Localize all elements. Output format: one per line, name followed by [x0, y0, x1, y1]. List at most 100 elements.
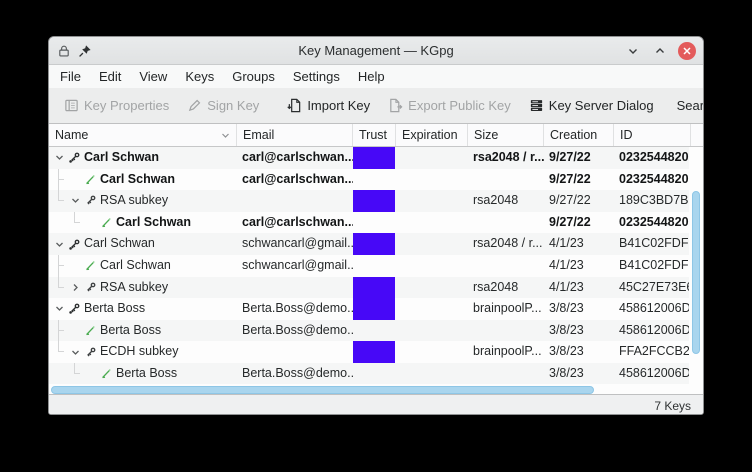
table-row[interactable]: Carl Schwancarl@carlschwan....9/27/22023… [49, 212, 691, 234]
vertical-scrollbar-thumb[interactable] [692, 191, 700, 354]
table-row[interactable]: Carl Schwanschwancarl@gmail...rsa2048 / … [49, 233, 691, 255]
pin-icon[interactable] [78, 44, 92, 58]
table-row[interactable]: Carl Schwanschwancarl@gmail...4/1/23B41C… [49, 255, 691, 277]
cell-expiration [396, 320, 468, 342]
sign-key-button[interactable]: Sign Key [178, 92, 268, 120]
toolbar-button-label: Sign Key [207, 98, 259, 113]
menu-edit[interactable]: Edit [90, 66, 130, 88]
tree-connector [74, 212, 80, 223]
cell-id: 0232544820 [614, 147, 691, 169]
signature-icon [98, 363, 114, 384]
menu-groups[interactable]: Groups [223, 66, 284, 88]
column-header-trust[interactable]: Trust [353, 124, 396, 146]
menu-file[interactable]: File [51, 66, 90, 88]
cell-name: Carl Schwan [49, 147, 237, 169]
cell-id: B41C02FDF3 [614, 255, 691, 277]
cell-email: schwancarl@gmail... [237, 233, 353, 255]
statusbar: 7 Keys [49, 395, 703, 415]
chevron-down-icon [71, 196, 80, 205]
sort-indicator-icon [221, 131, 230, 140]
key-properties-button[interactable]: Key Properties [55, 92, 178, 120]
cell-name: RSA subkey [49, 190, 237, 212]
column-header-label: Size [474, 128, 498, 142]
cell-creation: 9/27/22 [544, 190, 614, 212]
search-area: Search: [677, 95, 704, 117]
cell-id: 189C3BD7B5 [614, 190, 691, 212]
horizontal-scrollbar-thumb[interactable] [51, 386, 594, 394]
menu-settings[interactable]: Settings [284, 66, 349, 88]
column-header-email[interactable]: Email [237, 124, 353, 146]
cell-creation: 9/27/22 [544, 169, 614, 191]
cell-size [468, 255, 544, 277]
cell-creation: 4/1/23 [544, 233, 614, 255]
key-server-dialog-button[interactable]: Key Server Dialog [520, 92, 663, 120]
table-row[interactable]: RSA subkeyrsa20484/1/2345C27E73E6 [49, 277, 691, 299]
tree-guide [58, 320, 59, 342]
menu-help[interactable]: Help [349, 66, 394, 88]
cell-email [237, 190, 353, 212]
column-header-creation[interactable]: Creation [544, 124, 614, 146]
cell-trust [353, 298, 396, 320]
key-name: Carl Schwan [100, 169, 175, 191]
trust-indicator [353, 298, 395, 320]
tree-expander[interactable] [52, 298, 66, 320]
column-header-name[interactable]: Name [49, 124, 237, 146]
tree-expander[interactable] [52, 233, 66, 255]
close-button[interactable] [678, 42, 696, 60]
tree-expander[interactable] [68, 341, 82, 363]
signature-icon [82, 255, 98, 277]
table-row[interactable]: Carl Schwancarl@carlschwan....rsa2048 / … [49, 147, 691, 169]
tree-expander[interactable] [52, 147, 66, 169]
cell-size: rsa2048 / r... [468, 147, 544, 169]
signature-icon [84, 324, 97, 337]
cell-expiration [396, 363, 468, 384]
chevron-right-icon [71, 283, 80, 292]
table-row[interactable]: Carl Schwancarl@carlschwan....9/27/22023… [49, 169, 691, 191]
cell-email: Berta.Boss@demo... [237, 320, 353, 342]
export-public-key-button[interactable]: Export Public Key [379, 92, 520, 120]
maximize-button[interactable] [651, 42, 669, 60]
expander-placeholder [68, 320, 82, 342]
cell-creation: 3/8/23 [544, 363, 614, 384]
expander-placeholder [68, 255, 82, 277]
expander-placeholder [84, 212, 98, 234]
cell-name: Carl Schwan [49, 233, 237, 255]
table-row[interactable]: Berta BossBerta.Boss@demo...3/8/23458612… [49, 363, 691, 384]
subkey-icon [84, 346, 97, 359]
titlebar[interactable]: Key Management — KGpg [49, 37, 703, 65]
cell-trust [353, 255, 396, 277]
subkey-icon [82, 277, 98, 299]
column-header-expiration[interactable]: Expiration [396, 124, 468, 146]
keypair-icon [66, 147, 82, 169]
vertical-scrollbar[interactable] [689, 147, 703, 384]
column-header-size[interactable]: Size [468, 124, 544, 146]
chevron-down-icon [71, 348, 80, 357]
cell-name: Berta Boss [49, 320, 237, 342]
key-list-view: NameEmail Trust Expiration Size CreationID C… [49, 123, 703, 395]
kgpg-window: Key Management — KGpg FileEditViewKeysGr… [48, 36, 704, 415]
tree-expander[interactable] [68, 190, 82, 212]
tree-expander[interactable] [68, 277, 82, 299]
cell-trust [353, 147, 396, 169]
menubar: FileEditViewKeysGroupsSettingsHelp [49, 65, 703, 88]
column-header-label: Trust [359, 128, 387, 142]
cell-creation: 3/8/23 [544, 341, 614, 363]
menu-keys[interactable]: Keys [176, 66, 223, 88]
minimize-button[interactable] [624, 42, 642, 60]
horizontal-scrollbar[interactable] [49, 384, 691, 395]
table-row[interactable]: ECDH subkeybrainpoolP...3/8/23FFA2FCCB2E [49, 341, 691, 363]
cell-trust [353, 363, 396, 384]
table-row[interactable]: Berta BossBerta.Boss@demo...3/8/23458612… [49, 320, 691, 342]
toolbar-button-label: Import Key [307, 98, 370, 113]
key-properties-icon [64, 98, 79, 113]
table-row[interactable]: RSA subkeyrsa20489/27/22189C3BD7B5 [49, 190, 691, 212]
trust-indicator [353, 190, 395, 212]
cell-trust [353, 190, 396, 212]
import-key-button[interactable]: Import Key [278, 92, 379, 120]
tree-connector [74, 363, 80, 374]
table-row[interactable]: Berta BossBerta.Boss@demo...brainpoolP..… [49, 298, 691, 320]
cell-id: 458612006D [614, 363, 691, 384]
menu-view[interactable]: View [130, 66, 176, 88]
column-header-id[interactable]: ID [614, 124, 691, 146]
key-name: ECDH subkey [100, 341, 179, 363]
